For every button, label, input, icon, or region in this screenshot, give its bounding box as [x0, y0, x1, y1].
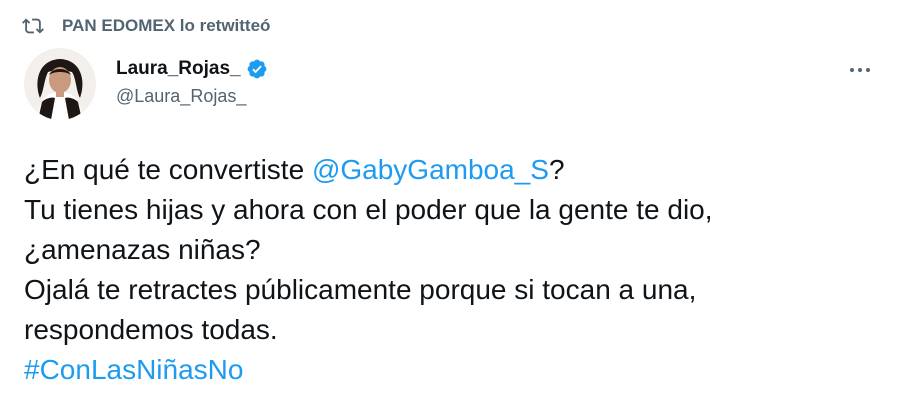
user-handle[interactable]: @Laura_Rojas_: [116, 86, 268, 107]
more-icon-dot: [866, 68, 870, 72]
tweet-text-segment: ?: [548, 154, 565, 185]
more-options-button[interactable]: [842, 58, 878, 82]
tweet-line: respondemos todas.: [24, 314, 278, 345]
tweet-text: ¿En qué te convertiste @GabyGamboa_S? Tu…: [24, 150, 884, 390]
hashtag-link[interactable]: #ConLasNiñasNo: [24, 350, 884, 390]
tweet-line: Ojalá te retractes públicamente porque s…: [24, 274, 697, 305]
verified-badge-icon: [246, 58, 268, 80]
tweet-text-segment: ¿En qué te convertiste: [24, 154, 312, 185]
more-icon: [850, 68, 854, 72]
more-icon-dot: [858, 68, 862, 72]
avatar[interactable]: [24, 48, 96, 120]
tweet-line: ¿En qué te convertiste @GabyGamboa_S?: [24, 150, 884, 190]
retweet-icon: [22, 15, 44, 37]
retweeted-by-label[interactable]: PAN EDOMEX lo retwitteó: [62, 16, 270, 36]
name-row: Laura_Rojas_: [116, 56, 268, 82]
display-name[interactable]: Laura_Rojas_: [116, 58, 241, 80]
retweet-header: PAN EDOMEX lo retwitteó: [22, 12, 270, 40]
tweet-line: Tu tienes hijas y ahora con el poder que…: [24, 194, 713, 225]
author-block: Laura_Rojas_ @Laura_Rojas_: [116, 56, 268, 107]
tweet-line: ¿amenazas niñas?: [24, 234, 261, 265]
mention-link[interactable]: @GabyGamboa_S: [312, 154, 549, 185]
